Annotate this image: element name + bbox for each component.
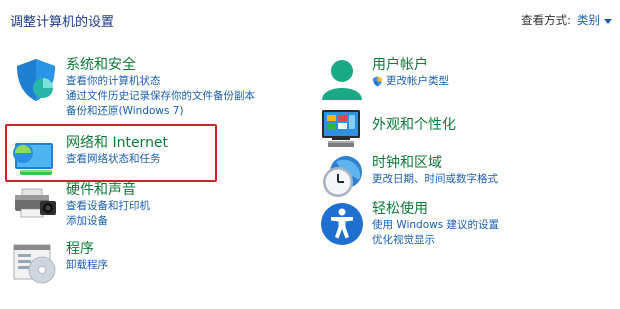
user-icon[interactable] (318, 56, 366, 104)
optimize-visual-display-link[interactable]: 优化视觉显示 (372, 233, 499, 248)
change-account-type-link[interactable]: 更改帐户类型 (372, 74, 449, 89)
category-hardware-sound: 硬件和声音 查看设备和打印机 添加设备 (12, 181, 150, 229)
backup-restore-link[interactable]: 备份和还原(Windows 7) (66, 104, 255, 119)
user-accounts-heading[interactable]: 用户帐户 (372, 56, 449, 74)
category-clock-region: 时钟和区域 更改日期、时间或数字格式 (318, 154, 498, 202)
hardware-sound-heading[interactable]: 硬件和声音 (66, 181, 150, 199)
change-date-time-link[interactable]: 更改日期、时间或数字格式 (372, 172, 498, 187)
system-security-heading[interactable]: 系统和安全 (66, 56, 255, 74)
printer-icon[interactable] (12, 181, 60, 229)
use-recommended-settings-link[interactable]: 使用 Windows 建议的设置 (372, 218, 499, 233)
programs-heading[interactable]: 程序 (66, 240, 108, 258)
monitor-icon[interactable] (318, 106, 366, 154)
programs-disc-icon[interactable] (12, 240, 60, 288)
change-account-type-label: 更改帐户类型 (386, 75, 449, 87)
ease-of-access-heading[interactable]: 轻松使用 (372, 200, 499, 218)
category-programs: 程序 卸载程序 (12, 240, 108, 288)
uac-shield-icon (372, 76, 383, 87)
page-title: 调整计算机的设置 (10, 15, 115, 30)
view-by-dropdown[interactable]: 类别 (577, 12, 612, 28)
view-computer-status-link[interactable]: 查看你的计算机状态 (66, 74, 255, 89)
clock-globe-icon[interactable] (318, 154, 366, 202)
category-system-security: 系统和安全 查看你的计算机状态 通过文件历史记录保存你的文件备份副本 备份和还原… (12, 56, 255, 119)
uninstall-program-link[interactable]: 卸载程序 (66, 258, 108, 273)
view-by-label: 查看方式: (521, 13, 571, 27)
category-ease-of-access: 轻松使用 使用 Windows 建议的设置 优化视觉显示 (318, 200, 499, 248)
shield-icon[interactable] (12, 56, 60, 104)
clock-region-heading[interactable]: 时钟和区域 (372, 154, 498, 172)
accessibility-icon[interactable] (318, 200, 366, 248)
chevron-down-icon (604, 18, 612, 24)
file-history-link[interactable]: 通过文件历史记录保存你的文件备份副本 (66, 89, 255, 104)
view-by: 查看方式: 类别 (521, 12, 612, 28)
appearance-personalization-heading[interactable]: 外观和个性化 (372, 116, 456, 134)
view-by-value: 类别 (577, 13, 600, 27)
add-device-link[interactable]: 添加设备 (66, 214, 150, 229)
category-user-accounts: 用户帐户 更改帐户类型 (318, 56, 449, 104)
highlight-box (5, 124, 217, 182)
devices-printers-link[interactable]: 查看设备和打印机 (66, 199, 150, 214)
category-appearance: 外观和个性化 (318, 106, 456, 154)
